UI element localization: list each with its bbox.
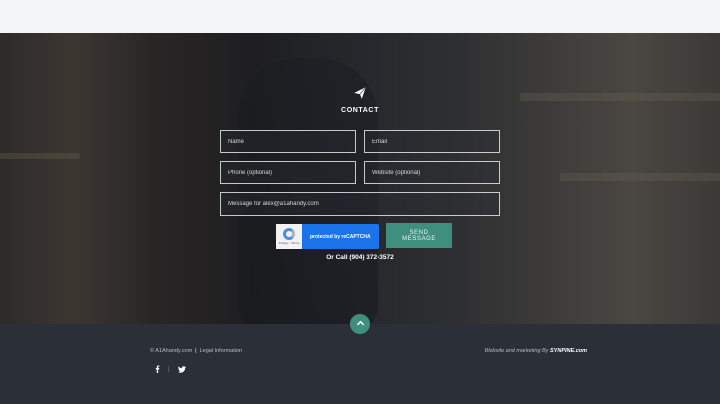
contact-title: CONTACT bbox=[341, 107, 379, 114]
footer: © A1Ahandy.com | Legal Information Website… bbox=[0, 324, 720, 404]
send-message-button[interactable]: SEND MESSAGE bbox=[386, 223, 452, 248]
footer-separator: | bbox=[195, 348, 197, 354]
recaptcha-label: protected by reCAPTCHA bbox=[310, 233, 371, 240]
website-input[interactable] bbox=[364, 161, 500, 184]
scroll-top-button[interactable] bbox=[350, 314, 370, 334]
recaptcha-terms[interactable]: Privacy - Terms bbox=[279, 241, 300, 245]
credit-prefix: Website and marketing By bbox=[484, 348, 549, 354]
call-phone-link[interactable]: Or Call (904) 372-3572 bbox=[0, 254, 720, 261]
footer-copyright: © A1Ahandy.com | Legal Information bbox=[150, 348, 242, 354]
synpine-link[interactable]: SYNPINE.com bbox=[550, 348, 587, 354]
recaptcha-icon bbox=[283, 228, 295, 240]
social-divider: | bbox=[168, 367, 170, 373]
name-input[interactable] bbox=[220, 130, 356, 153]
footer-credit: Website and marketing By SYNPINE.com bbox=[484, 348, 587, 354]
contact-section bbox=[0, 33, 720, 324]
message-input[interactable] bbox=[220, 192, 500, 216]
social-links: | bbox=[155, 365, 186, 375]
contact-header bbox=[0, 86, 720, 105]
phone-input[interactable] bbox=[220, 161, 356, 184]
twitter-icon[interactable] bbox=[177, 365, 186, 375]
facebook-icon[interactable] bbox=[155, 365, 160, 375]
legal-information-link[interactable]: Legal Information bbox=[200, 348, 243, 354]
email-input[interactable] bbox=[364, 130, 500, 153]
recaptcha-logo: Privacy - Terms bbox=[276, 224, 302, 249]
top-bar bbox=[0, 0, 720, 33]
paper-plane-icon bbox=[352, 86, 368, 102]
copyright-text: © A1Ahandy.com bbox=[150, 348, 193, 354]
recaptcha-badge[interactable]: Privacy - Terms protected by reCAPTCHA bbox=[276, 224, 379, 249]
hero-overlay bbox=[0, 33, 720, 324]
chevron-up-icon bbox=[356, 315, 365, 333]
